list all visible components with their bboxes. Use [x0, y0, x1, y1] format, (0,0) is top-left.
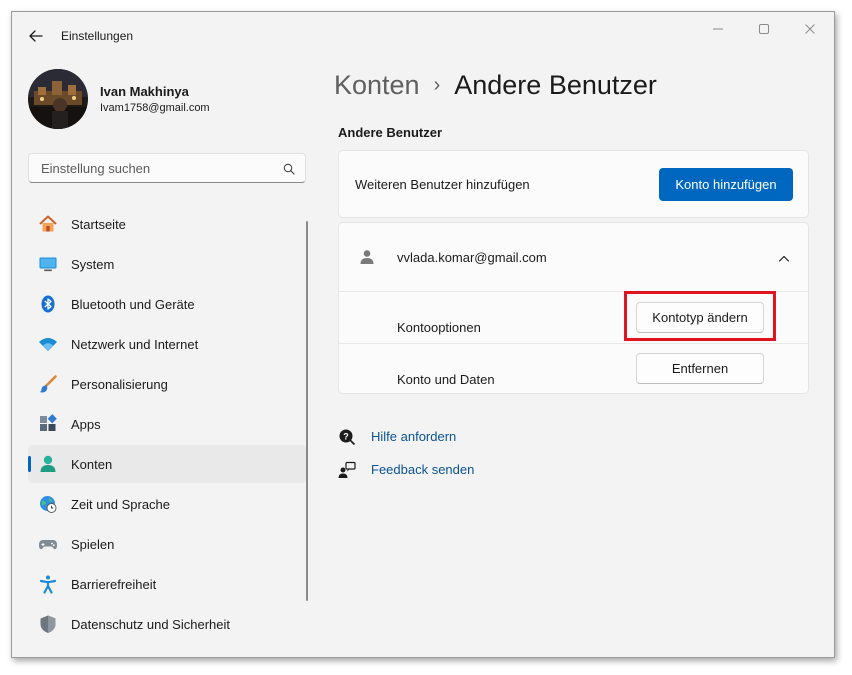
breadcrumb-parent[interactable]: Konten: [334, 70, 420, 100]
minimize-button[interactable]: [705, 20, 731, 40]
brush-icon: [38, 374, 58, 394]
add-user-card: Weiteren Benutzer hinzufügen Konto hinzu…: [338, 150, 809, 218]
maximize-button[interactable]: [751, 20, 777, 40]
wifi-icon: [38, 334, 58, 354]
user-name: Ivan Makhinya: [100, 84, 189, 99]
apps-icon: [38, 414, 58, 434]
section-title: Andere Benutzer: [338, 125, 443, 140]
remove-account-button[interactable]: Entfernen: [636, 353, 764, 384]
add-user-label: Weiteren Benutzer hinzufügen: [355, 177, 530, 192]
gamepad-icon: [38, 534, 58, 554]
search-box[interactable]: [28, 153, 306, 183]
sidebar-item-apps[interactable]: Apps: [28, 405, 306, 443]
monitor-icon: [38, 254, 58, 274]
account-email: vvlada.komar@gmail.com: [397, 250, 547, 265]
highlight-annotation: [624, 291, 776, 341]
account-card: vvlada.komar@gmail.com Kontooptionen Kon…: [338, 222, 809, 394]
sidebar-item-konten[interactable]: Konten: [28, 445, 306, 483]
svg-text:?: ?: [343, 432, 349, 442]
sidebar-item-personalisierung[interactable]: Personalisierung: [28, 365, 306, 403]
chevron-right-icon: ›: [433, 74, 441, 96]
settings-window: Einstellungen Ivan Makhinya Ivam1758@gma…: [11, 11, 835, 658]
back-arrow-icon[interactable]: [26, 26, 46, 46]
page-title: Andere Benutzer: [454, 70, 657, 100]
add-account-button[interactable]: Konto hinzufügen: [659, 168, 793, 201]
person-icon: [359, 249, 375, 265]
sidebar-item-label: Barrierefreiheit: [71, 577, 157, 592]
divider: [339, 343, 808, 344]
sidebar-item-bluetooth[interactable]: Bluetooth und Geräte: [28, 285, 306, 323]
sidebar-item-system[interactable]: System: [28, 245, 306, 283]
sidebar-item-netzwerk[interactable]: Netzwerk und Internet: [28, 325, 306, 363]
sidebar-scrollbar[interactable]: [306, 221, 308, 601]
account-header[interactable]: vvlada.komar@gmail.com: [339, 223, 808, 291]
account-icon: [38, 454, 58, 474]
sidebar-nav: Startseite System Bluetooth und Geräte N…: [28, 205, 306, 645]
sidebar-item-label: Apps: [71, 417, 101, 432]
sidebar-item-label: Netzwerk und Internet: [71, 337, 199, 352]
sidebar-item-label: Datenschutz und Sicherheit: [71, 617, 230, 632]
breadcrumb: Konten › Andere Benutzer: [334, 70, 657, 101]
sidebar-item-label: Spielen: [71, 537, 115, 552]
account-options-label: Kontooptionen: [397, 320, 481, 335]
sidebar-item-startseite[interactable]: Startseite: [28, 205, 306, 243]
sidebar-item-barrierefreiheit[interactable]: Barrierefreiheit: [28, 565, 306, 603]
accessibility-icon: [38, 574, 58, 594]
sidebar-item-zeit-sprache[interactable]: Zeit und Sprache: [28, 485, 306, 523]
home-icon: [38, 214, 58, 234]
search-icon[interactable]: [283, 162, 295, 175]
feedback-link-label[interactable]: Feedback senden: [371, 462, 474, 477]
sidebar-item-label: Bluetooth und Geräte: [71, 297, 195, 312]
globe-clock-icon: [38, 494, 58, 514]
feedback-icon: [338, 461, 356, 479]
bluetooth-icon: [38, 294, 58, 314]
sidebar-item-datenschutz[interactable]: Datenschutz und Sicherheit: [28, 605, 306, 643]
sidebar-item-label: Startseite: [71, 217, 126, 232]
user-email: Ivam1758@gmail.com: [100, 102, 210, 114]
sidebar-item-label: Zeit und Sprache: [71, 497, 171, 512]
sidebar-item-label: Personalisierung: [71, 377, 168, 392]
help-icon: ?: [338, 428, 356, 446]
sidebar-item-label: Konten: [71, 457, 113, 472]
close-button[interactable]: [797, 20, 823, 40]
help-link-label[interactable]: Hilfe anfordern: [371, 429, 456, 444]
account-data-label: Konto und Daten: [397, 372, 495, 387]
search-input[interactable]: [39, 160, 273, 177]
chevron-up-icon[interactable]: [778, 251, 790, 262]
active-indicator: [28, 456, 31, 472]
sidebar-item-label: System: [71, 257, 115, 272]
avatar[interactable]: [28, 69, 88, 129]
title-bar: Einstellungen: [12, 12, 834, 58]
sidebar-item-spielen[interactable]: Spielen: [28, 525, 306, 563]
app-title: Einstellungen: [61, 29, 134, 43]
shield-icon: [38, 614, 58, 634]
